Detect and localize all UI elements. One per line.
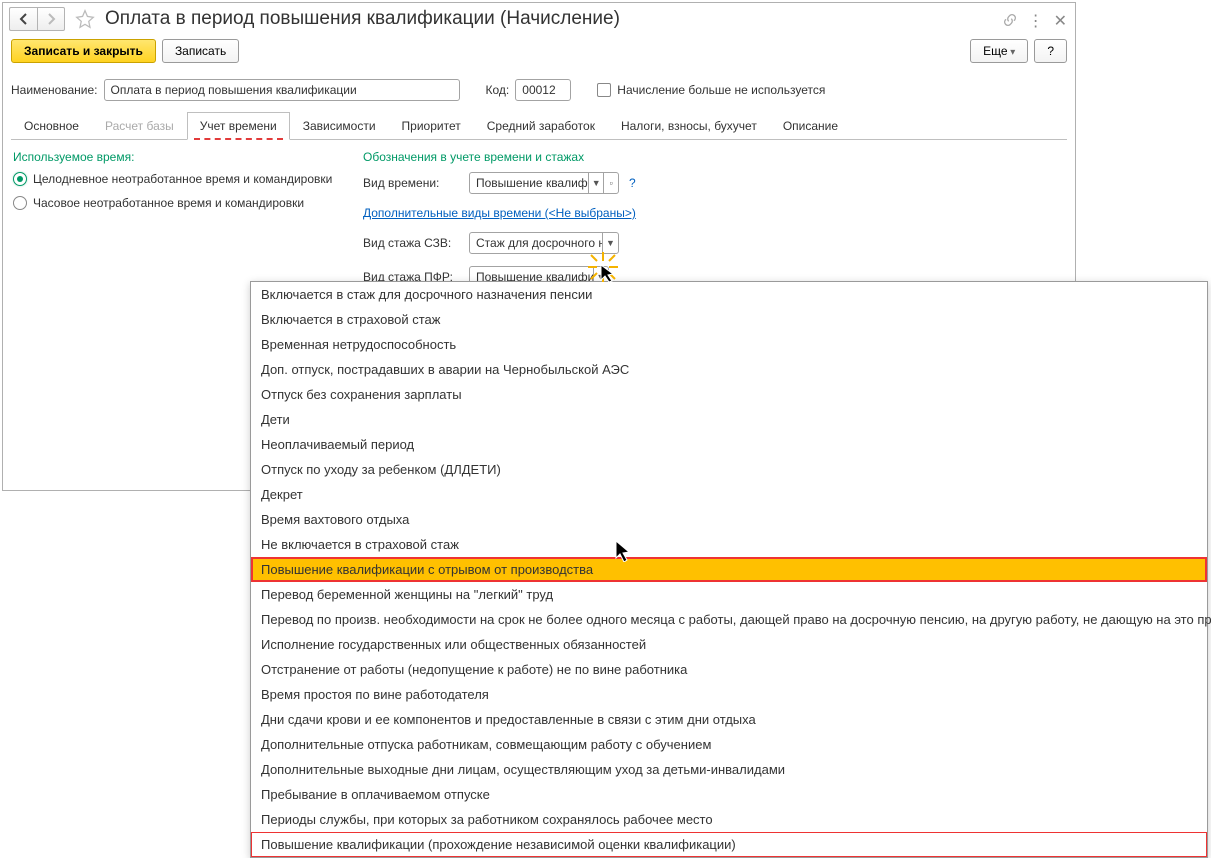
szv-value: Стаж для досрочного на <box>470 236 602 250</box>
dropdown-item[interactable]: Повышение квалификации (прохождение неза… <box>251 832 1207 857</box>
code-label: Код: <box>486 83 510 97</box>
window-title: Оплата в период повышения квалификации (… <box>105 8 620 30</box>
toolbar: Записать и закрыть Записать Еще ? <box>3 35 1075 77</box>
open-ref-icon[interactable]: ▫ <box>603 173 618 193</box>
favorite-star-icon[interactable] <box>73 7 97 31</box>
radio-full-day[interactable] <box>13 172 27 186</box>
pfr-dropdown-list[interactable]: Включается в стаж для досрочного назначе… <box>250 281 1208 858</box>
code-input[interactable] <box>515 79 571 101</box>
used-time-heading: Используемое время: <box>13 150 353 164</box>
dropdown-item[interactable]: Не включается в страховой стаж <box>251 532 1207 557</box>
dropdown-item[interactable]: Дополнительные отпуска работникам, совме… <box>251 732 1207 757</box>
save-and-close-button[interactable]: Записать и закрыть <box>11 39 156 63</box>
form-top-row: Наименование: Код: Начисление больше не … <box>3 77 1075 111</box>
dropdown-item[interactable]: Дни сдачи крови и ее компонентов и предо… <box>251 707 1207 732</box>
help-button[interactable]: ? <box>1034 39 1067 63</box>
time-type-value: Повышение квалифика <box>470 176 588 190</box>
titlebar: Оплата в период повышения квалификации (… <box>3 3 1075 35</box>
tab-1: Расчет базы <box>92 112 187 140</box>
nav-back-button[interactable] <box>9 7 37 31</box>
tab-2[interactable]: Учет времени <box>187 112 290 140</box>
tab-7[interactable]: Описание <box>770 112 851 140</box>
szv-combo[interactable]: Стаж для досрочного на ▼ <box>469 232 619 254</box>
szv-label: Вид стажа СЗВ: <box>363 236 463 250</box>
tab-4[interactable]: Приоритет <box>389 112 474 140</box>
dropdown-item[interactable]: Отстранение от работы (недопущение к раб… <box>251 657 1207 682</box>
more-button[interactable]: Еще <box>970 39 1028 63</box>
radio-hourly-label: Часовое неотработанное время и командиро… <box>33 196 304 210</box>
dropdown-item[interactable]: Включается в страховой стаж <box>251 307 1207 332</box>
tab-0[interactable]: Основное <box>11 112 92 140</box>
dropdown-item[interactable]: Включается в стаж для досрочного назначе… <box>251 282 1207 307</box>
radio-full-day-label: Целодневное неотработанное время и коман… <box>33 172 332 186</box>
dropdown-item[interactable]: Дети <box>251 407 1207 432</box>
extra-time-types-link[interactable]: Дополнительные виды времени (<Не выбраны… <box>363 206 636 220</box>
time-type-help-icon[interactable]: ? <box>629 176 636 190</box>
dropdown-item[interactable]: Отпуск по уходу за ребенком (ДЛДЕТИ) <box>251 457 1207 482</box>
dropdown-item[interactable]: Пребывание в оплачиваемом отпуске <box>251 782 1207 807</box>
dropdown-item[interactable]: Время простоя по вине работодателя <box>251 682 1207 707</box>
dropdown-item[interactable]: Неоплачиваемый период <box>251 432 1207 457</box>
designations-heading: Обозначения в учете времени и стажах <box>363 150 1065 164</box>
close-icon[interactable]: ✕ <box>1054 11 1067 31</box>
dropdown-item[interactable]: Периоды службы, при которых за работнико… <box>251 807 1207 832</box>
time-type-combo[interactable]: Повышение квалифика ▼ ▫ <box>469 172 619 194</box>
not-used-label: Начисление больше не используется <box>617 83 825 97</box>
dropdown-item[interactable]: Перевод беременной женщины на "легкий" т… <box>251 582 1207 607</box>
chevron-down-icon[interactable]: ▼ <box>588 173 603 193</box>
name-label: Наименование: <box>11 83 98 97</box>
tab-3[interactable]: Зависимости <box>290 112 389 140</box>
name-input[interactable] <box>104 79 460 101</box>
dropdown-item[interactable]: Исполнение государственных или обществен… <box>251 632 1207 657</box>
not-used-checkbox[interactable] <box>597 83 611 97</box>
chevron-down-icon[interactable]: ▼ <box>602 233 618 253</box>
dropdown-item[interactable]: Декрет <box>251 482 1207 507</box>
tab-5[interactable]: Средний заработок <box>474 112 608 140</box>
dropdown-item[interactable]: Дополнительные выходные дни лицам, осуще… <box>251 757 1207 782</box>
link-icon[interactable] <box>1002 12 1018 31</box>
dropdown-item[interactable]: Доп. отпуск, пострадавших в аварии на Че… <box>251 357 1207 382</box>
dropdown-item[interactable]: Временная нетрудоспособность <box>251 332 1207 357</box>
tab-6[interactable]: Налоги, взносы, бухучет <box>608 112 770 140</box>
dropdown-item[interactable]: Повышение квалификации с отрывом от прои… <box>251 557 1207 582</box>
radio-hourly[interactable] <box>13 196 27 210</box>
dropdown-item[interactable]: Отпуск без сохранения зарплаты <box>251 382 1207 407</box>
nav-forward-button[interactable] <box>37 7 65 31</box>
dropdown-item[interactable]: Перевод по произв. необходимости на срок… <box>251 607 1207 632</box>
tabs: ОсновноеРасчет базыУчет времениЗависимос… <box>11 111 1067 140</box>
time-type-label: Вид времени: <box>363 176 463 190</box>
save-button[interactable]: Записать <box>162 39 239 63</box>
dropdown-item[interactable]: Время вахтового отдыха <box>251 507 1207 532</box>
kebab-menu-icon[interactable]: ⋮ <box>1028 11 1044 31</box>
